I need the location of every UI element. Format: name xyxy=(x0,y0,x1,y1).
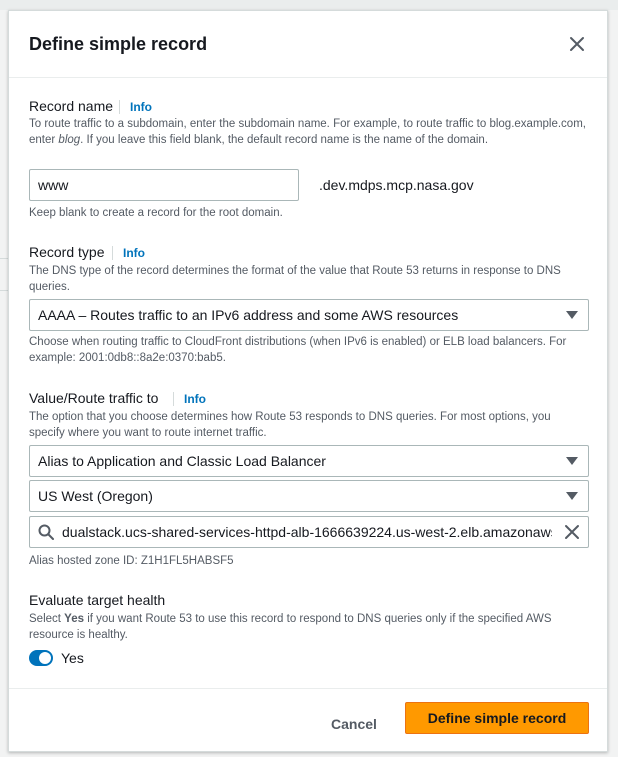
record-type-label: Record type xyxy=(29,244,105,260)
background-strip xyxy=(0,0,618,10)
description-bold: Yes xyxy=(64,613,84,625)
background-divider xyxy=(0,290,8,291)
value-route-info-link[interactable]: Info xyxy=(173,392,206,406)
cancel-button[interactable]: Cancel xyxy=(319,709,389,739)
close-button[interactable] xyxy=(567,34,587,54)
description-emphasis: blog xyxy=(58,134,81,146)
alias-hosted-zone: Alias hosted zone ID: Z1H1FL5HABSF5 xyxy=(29,555,234,567)
close-icon xyxy=(570,37,584,51)
record-type-selected: AAAA – Routes traffic to an IPv6 address… xyxy=(38,307,459,323)
record-name-input[interactable]: www xyxy=(29,169,299,201)
evaluate-health-toggle-label: Yes xyxy=(61,650,84,666)
record-type-description: The DNS type of the record determines th… xyxy=(29,265,561,293)
background-divider xyxy=(0,258,8,259)
define-simple-record-button[interactable]: Define simple record xyxy=(405,702,589,734)
record-name-label: Record name xyxy=(29,98,114,114)
dialog-title: Define simple record xyxy=(29,34,208,54)
description-text: if you want Route 53 to use this record … xyxy=(29,613,552,641)
region-selected: US West (Oregon) xyxy=(38,488,153,504)
description-text: Select xyxy=(29,613,65,625)
record-name-description: To route traffic to a subdomain, enter t… xyxy=(29,116,589,148)
value-route-description: The option that you choose determines ho… xyxy=(29,411,551,439)
load-balancer-value: dualstack.ucs-shared-services-httpd-alb-… xyxy=(62,524,552,540)
caret-down-icon xyxy=(566,457,578,465)
caret-down-icon xyxy=(566,311,578,319)
footer-divider xyxy=(9,688,607,689)
endpoint-selected: Alias to Application and Classic Load Ba… xyxy=(38,453,326,469)
evaluate-health-description: Select Yes if you want Route 53 to use t… xyxy=(29,611,589,643)
record-type-info-link[interactable]: Info xyxy=(112,246,145,260)
endpoint-select[interactable]: Alias to Application and Classic Load Ba… xyxy=(29,445,589,477)
search-icon xyxy=(38,524,54,540)
description-text: . If you leave this field blank, the def… xyxy=(80,134,489,146)
evaluate-health-label: Evaluate target health xyxy=(29,592,166,608)
record-name-info-link[interactable]: Info xyxy=(119,100,152,114)
record-type-select[interactable]: AAAA – Routes traffic to an IPv6 address… xyxy=(29,299,589,331)
clear-icon[interactable] xyxy=(564,524,580,540)
value-route-label: Value/Route traffic to xyxy=(29,390,159,406)
caret-down-icon xyxy=(566,492,578,500)
load-balancer-search[interactable]: dualstack.ucs-shared-services-httpd-alb-… xyxy=(29,516,589,548)
record-name-hint: Keep blank to create a record for the ro… xyxy=(29,207,283,219)
evaluate-health-toggle[interactable] xyxy=(29,650,53,666)
dialog-header: Define simple record xyxy=(9,11,607,78)
region-select[interactable]: US West (Oregon) xyxy=(29,480,589,512)
define-simple-record-dialog: Define simple record Record name Info To… xyxy=(8,10,608,752)
domain-suffix: .dev.mdps.mcp.nasa.gov xyxy=(319,177,474,193)
toggle-knob xyxy=(39,652,51,664)
record-type-hint: Choose when routing traffic to CloudFron… xyxy=(29,336,567,364)
